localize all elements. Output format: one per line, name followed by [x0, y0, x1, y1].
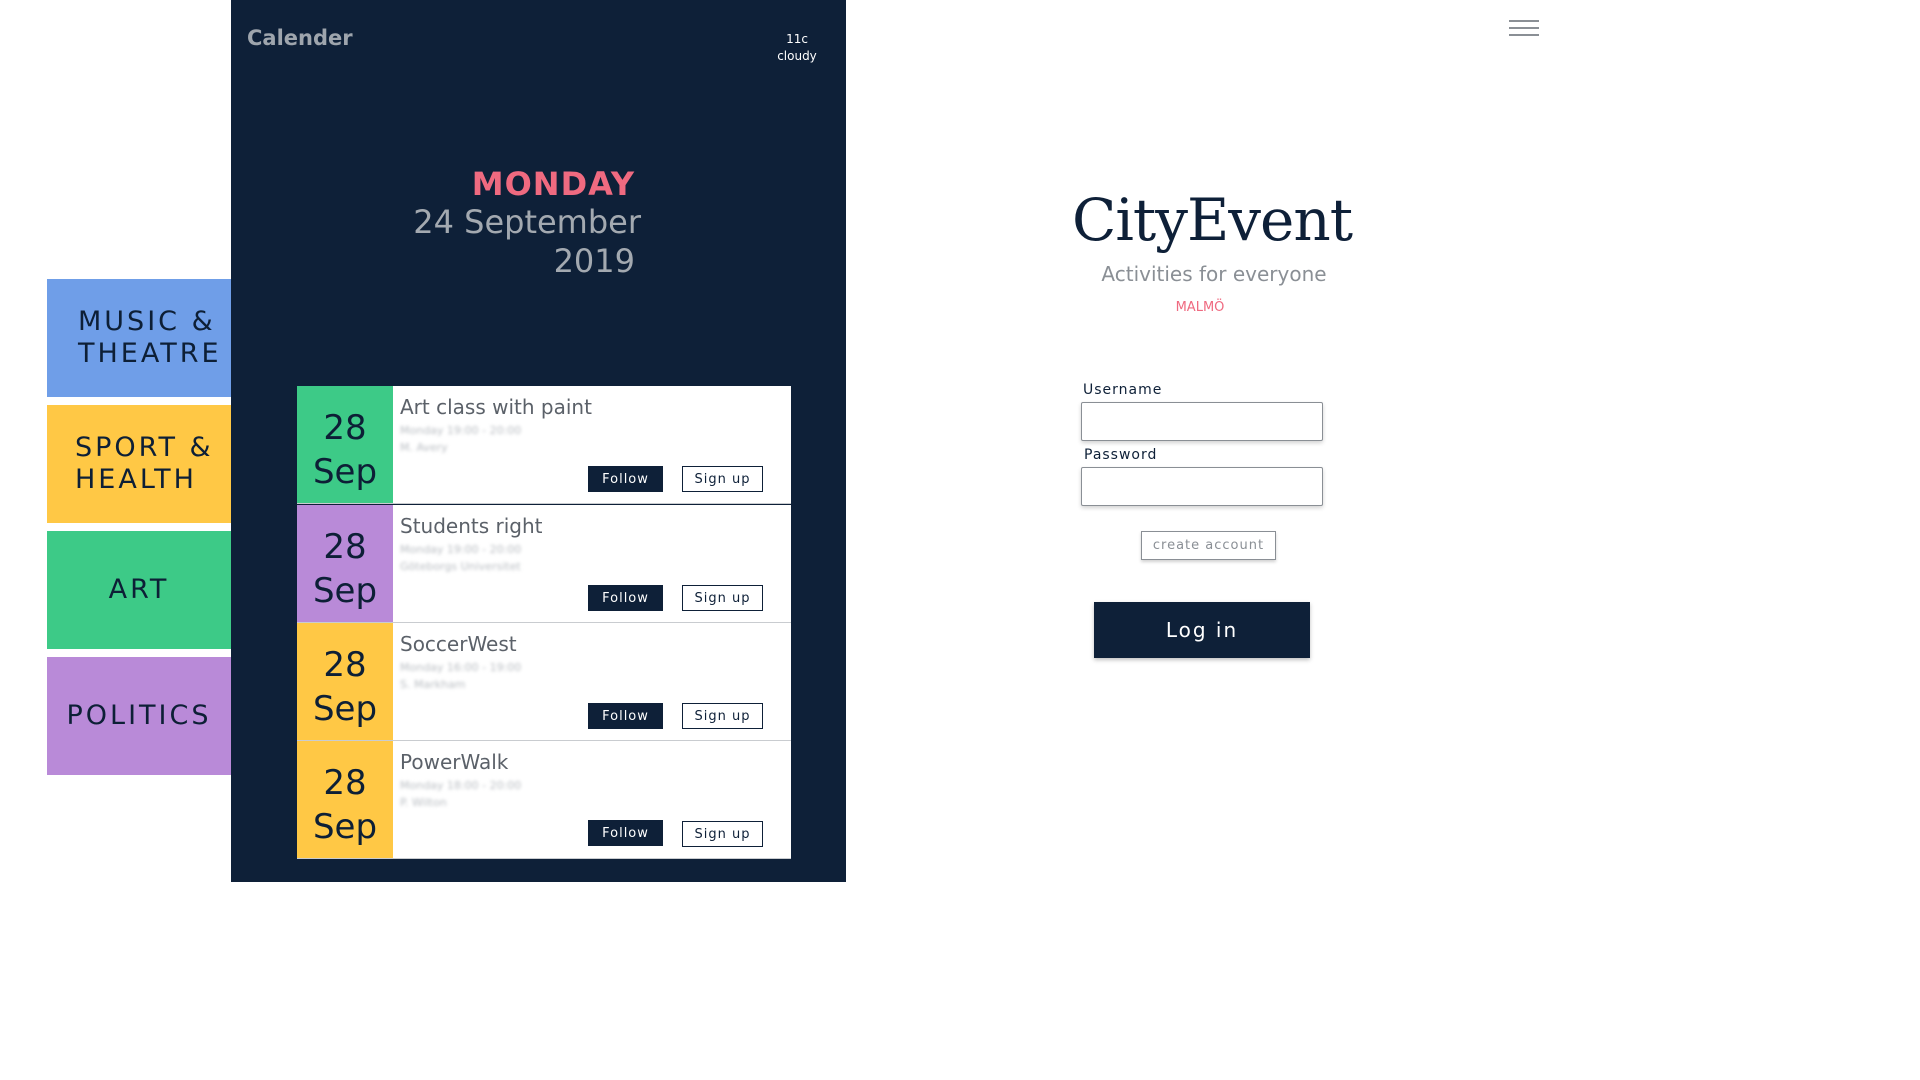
weather-widget: 11c cloudy [771, 31, 823, 65]
event-month: Sep [312, 571, 378, 611]
event-month: Sep [312, 689, 378, 729]
event-card[interactable]: 28 Sep SoccerWest Monday 16:00 - 19:00 S… [297, 623, 791, 741]
event-title: Art class with paint [400, 395, 592, 419]
tagline: Activities for everyone [1101, 262, 1327, 286]
city-label: MALMÖ [1175, 300, 1225, 315]
category-label: POLITICS [66, 700, 212, 731]
sign-up-button[interactable]: Sign up [682, 821, 763, 847]
sign-up-button[interactable]: Sign up [682, 585, 763, 611]
event-date-badge: 28 Sep [297, 623, 393, 740]
event-date-badge: 28 Sep [297, 505, 393, 622]
category-label: SPORT & HEALTH [75, 432, 214, 495]
calendar-panel: Calender 11c cloudy MONDAY 24 September … [231, 0, 846, 882]
event-day: 28 [323, 763, 367, 803]
sign-up-button[interactable]: Sign up [682, 703, 763, 729]
category-art[interactable]: ART [47, 531, 231, 649]
login-button[interactable]: Log in [1094, 602, 1310, 658]
date-line: 24 September [413, 203, 641, 241]
event-month: Sep [312, 452, 378, 492]
event-meta: Monday 19:00 - 20:00 M. Avery [400, 422, 521, 456]
category-label: ART [108, 574, 170, 605]
event-date-badge: 28 Sep [297, 386, 393, 503]
date-year: 2019 [553, 242, 635, 280]
event-time: Monday 16:00 - 19:00 [400, 661, 522, 674]
category-music-theatre[interactable]: MUSIC & THEATRE [47, 279, 231, 397]
event-date-badge: 28 Sep [297, 741, 393, 858]
event-card[interactable]: 28 Sep Students right Monday 19:00 - 20:… [297, 505, 791, 623]
current-date: MONDAY 24 September 2019 [391, 165, 641, 281]
event-meta: Monday 19:00 - 20:00 Göteborgs Universit… [400, 541, 521, 575]
day-name: MONDAY [471, 165, 635, 203]
follow-button[interactable]: Follow [588, 585, 663, 611]
weather-condition: cloudy [777, 49, 817, 63]
password-input[interactable] [1081, 467, 1323, 506]
category-label: MUSIC & THEATRE [78, 306, 222, 369]
event-time: Monday 19:00 - 20:00 [400, 424, 522, 437]
category-sport-health[interactable]: SPORT & HEALTH [47, 405, 231, 523]
brand-logo: CityEvent [1071, 186, 1353, 254]
follow-button[interactable]: Follow [588, 820, 663, 846]
event-meta: Monday 18:00 - 20:00 P. Wilton [400, 777, 521, 811]
event-host: M. Avery [400, 441, 448, 454]
event-host: P. Wilton [400, 796, 447, 809]
password-label: Password [1084, 447, 1158, 463]
event-host: S. Markham [400, 678, 466, 691]
event-day: 28 [323, 645, 367, 685]
category-politics[interactable]: POLITICS [47, 657, 231, 775]
event-card[interactable]: 28 Sep Art class with paint Monday 19:00… [297, 386, 791, 504]
calendar-title: Calender [247, 26, 353, 50]
username-label: Username [1083, 382, 1163, 398]
username-input[interactable] [1081, 402, 1323, 441]
event-card[interactable]: 28 Sep PowerWalk Monday 18:00 - 20:00 P.… [297, 741, 791, 859]
event-month: Sep [312, 807, 378, 847]
event-host: Göteborgs Universitet [400, 560, 521, 573]
weather-temperature: 11c [786, 32, 808, 46]
event-title: SoccerWest [400, 632, 517, 656]
event-title: Students right [400, 514, 543, 538]
create-account-button[interactable]: create account [1141, 531, 1276, 560]
event-time: Monday 18:00 - 20:00 [400, 779, 522, 792]
event-title: PowerWalk [400, 750, 509, 774]
sign-up-button[interactable]: Sign up [682, 466, 763, 492]
event-meta: Monday 16:00 - 19:00 S. Markham [400, 659, 521, 693]
event-day: 28 [323, 408, 367, 448]
event-time: Monday 19:00 - 20:00 [400, 543, 522, 556]
event-day: 28 [323, 527, 367, 567]
menu-icon[interactable] [1509, 20, 1539, 38]
follow-button[interactable]: Follow [588, 703, 663, 729]
follow-button[interactable]: Follow [588, 466, 663, 492]
